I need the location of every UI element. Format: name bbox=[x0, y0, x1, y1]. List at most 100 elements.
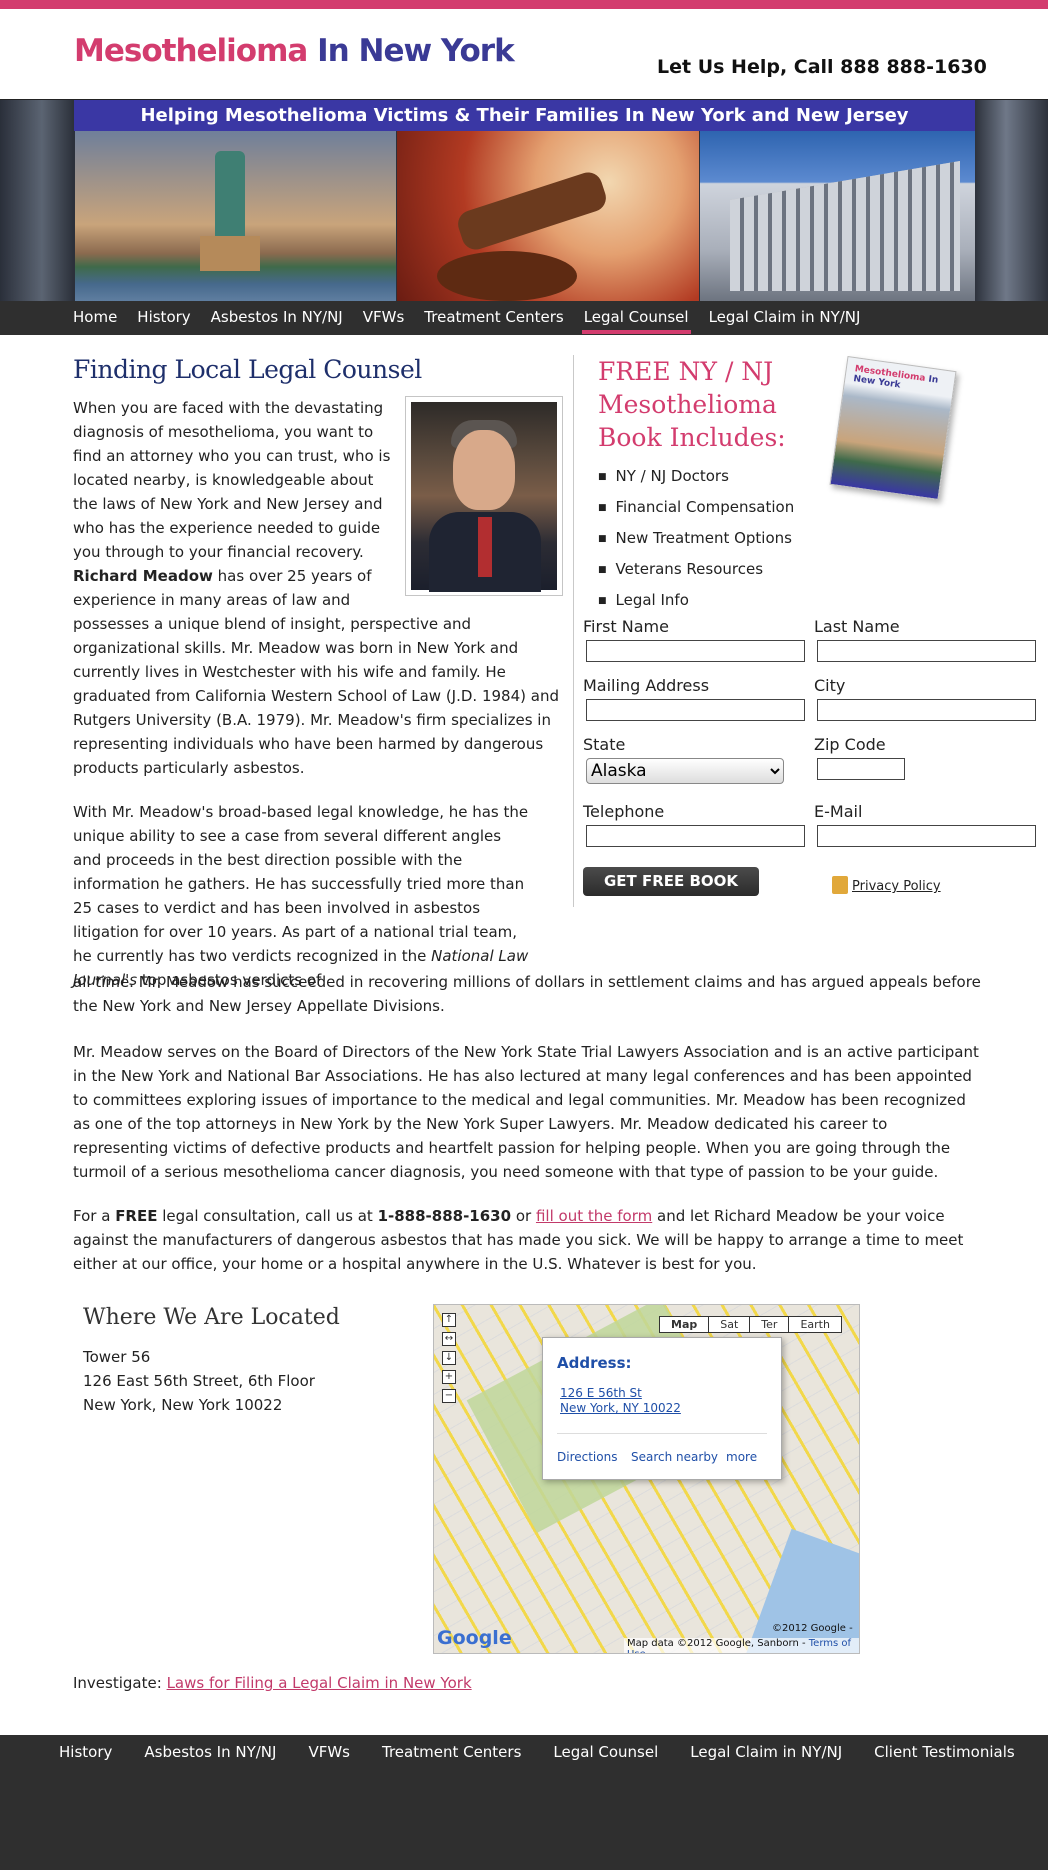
last-name-group: Last Name bbox=[814, 617, 1036, 662]
map-copyright-2: ©2012 Google - bbox=[772, 1623, 853, 1634]
state-select[interactable]: Alaska bbox=[586, 758, 784, 784]
column-divider bbox=[573, 355, 574, 907]
legal-claim-link[interactable]: Laws for Filing a Legal Claim in New Yor… bbox=[167, 1674, 472, 1692]
footer-treatment-centers[interactable]: Treatment Centers bbox=[382, 1743, 521, 1761]
gavel-base-shape bbox=[437, 251, 577, 301]
nav-home[interactable]: Home bbox=[73, 301, 117, 333]
privacy-policy-link[interactable]: Privacy Policy bbox=[852, 879, 941, 894]
map-type-map[interactable]: Map bbox=[660, 1317, 710, 1332]
attorney-name: Richard Meadow bbox=[73, 567, 213, 585]
nav-legal-claim[interactable]: Legal Claim in NY/NJ bbox=[709, 301, 861, 333]
address-line-2: 126 East 56th Street, 6th Floor bbox=[83, 1372, 315, 1390]
map-info-window: Address: 126 E 56th St New York, NY 1002… bbox=[542, 1337, 782, 1480]
map-zoom-out-icon[interactable]: − bbox=[442, 1389, 456, 1403]
footer-legal-claim[interactable]: Legal Claim in NY/NJ bbox=[690, 1743, 842, 1761]
city-input[interactable] bbox=[817, 699, 1036, 721]
call-us-text: Let Us Help, Call 888 888-1630 bbox=[657, 56, 987, 78]
info-address-line-1: 126 E 56th St bbox=[560, 1386, 642, 1400]
list-item: Financial Compensation bbox=[598, 493, 795, 524]
map-pan-down-icon[interactable]: ↓ bbox=[442, 1351, 456, 1365]
location-address: Tower 56 126 East 56th Street, 6th Floor… bbox=[83, 1345, 315, 1417]
nav-asbestos[interactable]: Asbestos In NY/NJ bbox=[211, 301, 343, 333]
map-zoom-in-icon[interactable]: + bbox=[442, 1370, 456, 1384]
state-label: State bbox=[583, 735, 626, 754]
footer-vfws[interactable]: VFWs bbox=[308, 1743, 350, 1761]
list-item: Veterans Resources bbox=[598, 555, 794, 586]
site-logo[interactable]: Mesothelioma In New York bbox=[74, 33, 515, 69]
footer-asbestos[interactable]: Asbestos In NY/NJ bbox=[144, 1743, 276, 1761]
book-logo: Mesothelioma In New York bbox=[853, 364, 955, 398]
telephone-label: Telephone bbox=[583, 802, 665, 821]
mailing-address-input[interactable] bbox=[586, 699, 805, 721]
directions-link[interactable]: Directions bbox=[557, 1450, 617, 1464]
list-item: NY / NJ Doctors bbox=[598, 462, 794, 493]
first-name-input[interactable] bbox=[586, 640, 805, 662]
map-pan-left-right-icon[interactable]: ↔ bbox=[442, 1332, 456, 1346]
telephone-input[interactable] bbox=[586, 825, 805, 847]
footer-client-testimonials[interactable]: Client Testimonials bbox=[874, 1743, 1015, 1761]
telephone-group: Telephone bbox=[583, 802, 805, 847]
info-address-link[interactable]: 126 E 56th St New York, NY 10022 bbox=[560, 1386, 681, 1416]
p2-text: With Mr. Meadow's broad-based legal know… bbox=[73, 803, 529, 965]
portrait-photo bbox=[411, 402, 557, 592]
list-item: Legal Info bbox=[598, 586, 794, 617]
info-divider bbox=[557, 1433, 767, 1434]
gavel-photo bbox=[397, 131, 699, 301]
portrait-face bbox=[453, 430, 515, 510]
lock-icon bbox=[832, 876, 848, 894]
search-nearby-link[interactable]: Search nearby bbox=[631, 1450, 718, 1464]
map-pan-up-icon[interactable]: ↑ bbox=[442, 1313, 456, 1327]
site-footer: History Asbestos In NY/NJ VFWs Treatment… bbox=[0, 1735, 1048, 1870]
zip-label: Zip Code bbox=[814, 735, 886, 754]
main-nav: Home History Asbestos In NY/NJ VFWs Trea… bbox=[0, 301, 1048, 335]
get-free-book-button[interactable]: GET FREE BOOK bbox=[583, 867, 759, 896]
map-type-selector: Map Sat Ter Earth bbox=[659, 1316, 842, 1333]
p4-a: For a bbox=[73, 1207, 111, 1225]
nav-treatment-centers[interactable]: Treatment Centers bbox=[424, 301, 563, 333]
footer-legal-counsel[interactable]: Legal Counsel bbox=[553, 1743, 658, 1761]
nav-legal-counsel[interactable]: Legal Counsel bbox=[581, 301, 691, 334]
logo-part-1: Mesothelioma bbox=[74, 33, 308, 69]
last-name-input[interactable] bbox=[817, 640, 1036, 662]
paragraph-4: For a FREE legal consultation, call us a… bbox=[73, 1204, 983, 1276]
first-name-label: First Name bbox=[583, 617, 669, 636]
paragraph-2-continued: all time. Mr. Meadow has succeeded in re… bbox=[73, 973, 981, 1015]
pedestal-shape bbox=[200, 236, 260, 271]
portrait-tie bbox=[478, 517, 492, 577]
p1-intro: When you are faced with the devastating … bbox=[73, 399, 391, 561]
nav-history[interactable]: History bbox=[137, 301, 190, 333]
promo-title: FREE NY / NJ Mesothelioma Book Includes: bbox=[598, 357, 786, 452]
map-type-sat[interactable]: Sat bbox=[709, 1317, 751, 1332]
paragraph-2: With Mr. Meadow's broad-based legal know… bbox=[73, 800, 533, 992]
nav-vfws[interactable]: VFWs bbox=[363, 301, 405, 333]
address-line-1: Tower 56 bbox=[83, 1348, 151, 1366]
map-type-earth[interactable]: Earth bbox=[789, 1317, 841, 1332]
p4-phone: 1-888-888-1630 bbox=[377, 1207, 512, 1225]
fill-out-form-link[interactable]: fill out the form bbox=[536, 1207, 652, 1225]
email-label: E-Mail bbox=[814, 802, 863, 821]
banner-tagline: Helping Mesothelioma Victims & Their Fam… bbox=[74, 100, 975, 131]
list-item: New Treatment Options bbox=[598, 524, 794, 555]
zip-input[interactable] bbox=[817, 758, 905, 780]
book-cover-image: Mesothelioma In New York bbox=[829, 355, 957, 501]
map-type-ter[interactable]: Ter bbox=[750, 1317, 790, 1332]
map-river-area bbox=[743, 1528, 859, 1653]
info-address-line-2: New York, NY 10022 bbox=[560, 1401, 681, 1415]
more-link[interactable]: more bbox=[726, 1450, 757, 1464]
email-input[interactable] bbox=[817, 825, 1036, 847]
p4-free: FREE bbox=[115, 1207, 158, 1225]
embedded-map[interactable]: ↑ ↔ ↓ + − Map Sat Ter Earth Address: 126… bbox=[433, 1304, 860, 1654]
footer-history[interactable]: History bbox=[59, 1743, 112, 1761]
gavel-shape bbox=[454, 168, 610, 254]
logo-part-2: In New York bbox=[317, 33, 515, 69]
info-heading: Address: bbox=[557, 1354, 632, 1372]
hero-banner: Helping Mesothelioma Victims & Their Fam… bbox=[0, 100, 1048, 301]
p4-b: legal consultation, call us at bbox=[162, 1207, 373, 1225]
investigate-line: Investigate: Laws for Filing a Legal Cla… bbox=[73, 1674, 472, 1692]
last-name-label: Last Name bbox=[814, 617, 900, 636]
top-accent-bar bbox=[0, 0, 1048, 9]
first-name-group: First Name bbox=[583, 617, 805, 662]
article-column: Finding Local Legal Counsel When you are… bbox=[73, 355, 563, 992]
map-footer: Map data ©2012 Google, Sanborn - Terms o… bbox=[624, 1638, 859, 1653]
page-title: Finding Local Legal Counsel bbox=[73, 355, 422, 384]
